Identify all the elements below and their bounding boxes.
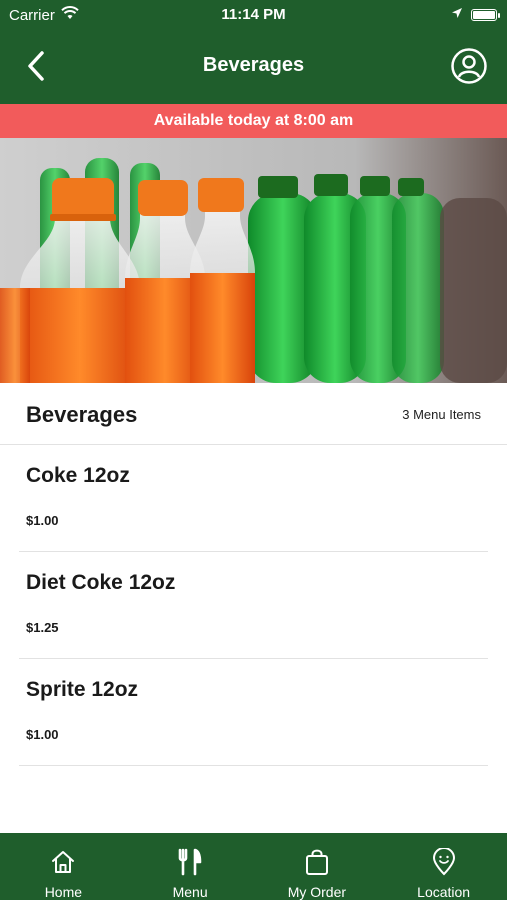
soda-bottles-image: [0, 138, 507, 383]
menu-item[interactable]: Coke 12oz $1.00: [19, 445, 488, 552]
tab-menu[interactable]: Menu: [127, 833, 254, 900]
menu-item-list: Coke 12oz $1.00 Diet Coke 12oz $1.25 Spr…: [0, 445, 507, 766]
menu-item-price: $1.25: [26, 620, 59, 635]
menu-item[interactable]: Sprite 12oz $1.00: [19, 659, 488, 766]
menu-item-price: $1.00: [26, 727, 59, 742]
availability-banner: Available today at 8:00 am: [0, 104, 507, 138]
location-arrow-icon: [451, 6, 463, 23]
menu-item-name: Coke 12oz: [26, 464, 130, 487]
page-title: Beverages: [202, 54, 305, 76]
tab-my-order[interactable]: My Order: [254, 833, 381, 900]
category-header: Beverages 3 Menu Items: [0, 383, 507, 445]
user-profile-icon: [451, 48, 487, 84]
location-pin-icon: [432, 848, 456, 876]
tab-home[interactable]: Home: [0, 833, 127, 900]
tab-label: Home: [44, 884, 83, 900]
fork-knife-icon: [177, 848, 203, 876]
home-icon: [50, 848, 76, 876]
menu-item-price: $1.00: [26, 513, 59, 528]
status-bar: Carrier 11:14 PM: [0, 0, 507, 30]
nav-bar: Beverages: [0, 38, 507, 94]
battery-icon: [471, 8, 500, 21]
tab-location[interactable]: Location: [380, 833, 507, 900]
app-header: Carrier 11:14 PM Beverages: [0, 0, 507, 104]
menu-item[interactable]: Diet Coke 12oz $1.25: [19, 552, 488, 659]
shopping-bag-icon: [304, 848, 330, 876]
tab-label: Location: [417, 884, 471, 900]
menu-item-name: Sprite 12oz: [26, 678, 139, 701]
category-hero-image: [0, 138, 507, 383]
menu-item-name: Diet Coke 12oz: [26, 571, 176, 594]
bottom-tab-bar: Home Menu My Order Location: [0, 833, 507, 900]
status-right: [451, 6, 500, 23]
status-time: 11:14 PM: [221, 6, 286, 23]
tab-label: Menu: [172, 884, 208, 900]
tab-label: My Order: [287, 884, 347, 900]
category-title: Beverages: [26, 402, 138, 427]
menu-item-count: 3 Menu Items: [402, 407, 481, 422]
profile-button[interactable]: [449, 46, 489, 86]
